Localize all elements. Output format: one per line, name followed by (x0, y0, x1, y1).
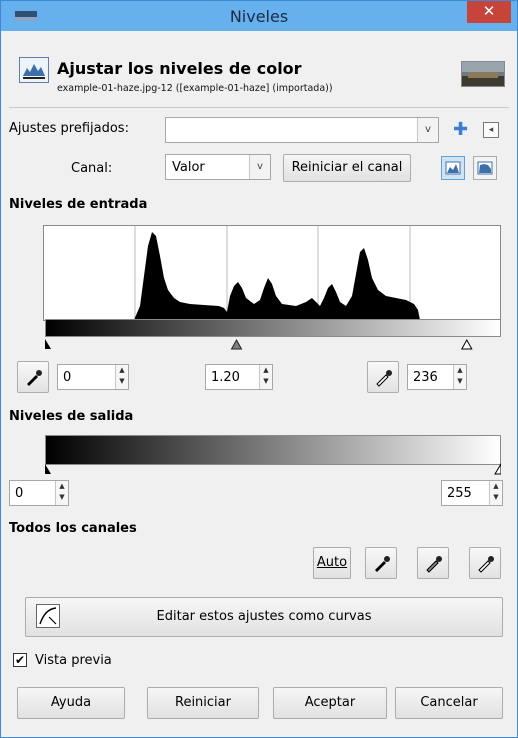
input-low-spinner[interactable]: 0 ▲ ▼ (57, 364, 129, 390)
presets-label: Ajustes prefijados: (9, 121, 129, 136)
output-low-spinner[interactable]: 0 ▲ ▼ (9, 480, 69, 506)
eyedropper-white-icon (478, 556, 494, 573)
all-channels-title: Todos los canales (9, 521, 137, 536)
spin-updown-icon[interactable]: ▲ ▼ (489, 481, 502, 505)
black-point-picker[interactable] (17, 361, 49, 393)
reset-channel-button[interactable]: Reiniciar el canal (283, 154, 411, 182)
header-subtitle: example-01-haze.jpg-12 ([example-01-haze… (57, 83, 333, 94)
header-separator (9, 107, 509, 108)
input-high-handle (460, 338, 473, 350)
preview-label: Vista previa (35, 653, 112, 668)
auto-black-picker[interactable] (365, 547, 397, 579)
linear-histogram-icon (445, 161, 461, 175)
input-slider-track[interactable] (45, 337, 501, 351)
output-low-handle (45, 464, 51, 474)
log-histogram-icon (477, 161, 493, 175)
input-slider-markers[interactable] (45, 337, 501, 351)
close-button[interactable]: ✕ (467, 1, 511, 23)
white-point-picker[interactable] (367, 361, 399, 393)
output-slider-track[interactable] (45, 462, 502, 475)
auto-gray-picker[interactable] (417, 547, 449, 579)
channel-combo[interactable]: Valor v (165, 154, 271, 180)
channel-value: Valor (172, 160, 205, 175)
dialog-content: Ajustar los niveles de color example-01-… (9, 31, 509, 731)
input-gamma-handle (230, 338, 243, 350)
image-thumbnail (461, 61, 505, 87)
histogram[interactable] (43, 225, 501, 321)
input-gamma-spinner[interactable]: 1.20 ▲ ▼ (205, 364, 273, 390)
auto-button[interactable]: Auto (313, 547, 351, 579)
output-levels-title: Niveles de salida (9, 409, 134, 424)
reset-button[interactable]: Reiniciar (147, 687, 259, 719)
spin-updown-icon[interactable]: ▲ ▼ (115, 365, 128, 389)
input-gradient-bar (45, 319, 501, 337)
input-levels-title: Niveles de entrada (9, 197, 148, 212)
log-histogram-toggle[interactable] (473, 156, 497, 180)
linear-histogram-toggle[interactable] (441, 156, 465, 180)
header-title: Ajustar los niveles de color (57, 59, 302, 78)
eyedropper-gray-icon (426, 556, 442, 573)
cancel-button[interactable]: Cancelar (395, 687, 503, 719)
eyedropper-black-icon (375, 556, 390, 572)
close-icon: ✕ (482, 2, 496, 20)
eyedropper-black-icon (27, 370, 42, 386)
output-gradient-bar (45, 435, 501, 465)
output-slider-markers[interactable] (45, 462, 502, 475)
add-preset-icon[interactable]: ✚ (453, 119, 468, 140)
chevron-down-icon[interactable]: v (417, 118, 438, 142)
levels-icon (19, 57, 49, 83)
title-bar[interactable]: Niveles ✕ (1, 1, 517, 31)
presets-combo[interactable]: v (165, 117, 439, 143)
window-title: Niveles (229, 7, 289, 26)
help-button[interactable]: Ayuda (17, 687, 125, 719)
histogram-graph (122, 226, 420, 320)
auto-white-picker[interactable] (469, 547, 501, 579)
eyedropper-white-icon (376, 370, 392, 387)
input-high-spinner[interactable]: 236 ▲ ▼ (407, 364, 467, 390)
edit-as-curves-button[interactable]: Editar estos ajustes como curvas (25, 597, 503, 637)
ok-button[interactable]: Aceptar (273, 687, 387, 719)
spin-updown-icon[interactable]: ▲ ▼ (453, 365, 466, 389)
output-high-spinner[interactable]: 255 ▲ ▼ (441, 480, 503, 506)
preset-menu-icon[interactable]: ◂ (483, 122, 499, 138)
chevron-down-icon[interactable]: v (249, 155, 270, 179)
curves-icon (36, 604, 60, 628)
spin-updown-icon[interactable]: ▲ ▼ (55, 481, 68, 505)
spin-updown-icon[interactable]: ▲ ▼ (259, 365, 272, 389)
preview-checkbox[interactable]: ✔ (13, 653, 27, 667)
channel-label: Canal: (71, 161, 113, 176)
output-high-handle (494, 462, 502, 475)
levels-dialog-window: Niveles ✕ Ajustar los niveles de color e… (0, 0, 518, 738)
input-low-handle (45, 339, 51, 349)
